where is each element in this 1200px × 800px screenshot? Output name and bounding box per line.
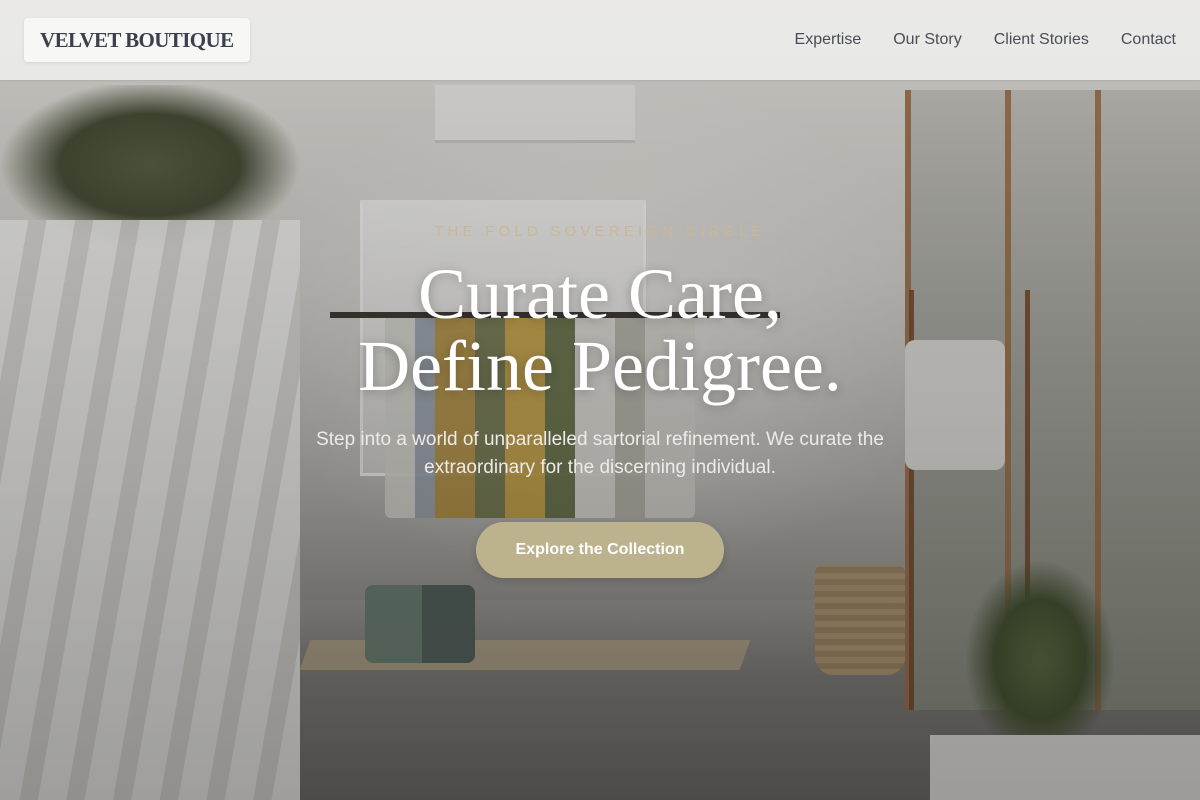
nav-link-our-story[interactable]: Our Story xyxy=(893,31,961,49)
page: VELVET BOUTIQUE Expertise Our Story Clie… xyxy=(0,0,1200,800)
hero-headline-line-2: Define Pedigree. xyxy=(358,326,842,406)
nav-link-expertise[interactable]: Expertise xyxy=(795,31,862,49)
hero-headline: Curate Care, Define Pedigree. xyxy=(0,258,1200,402)
brand-logo[interactable]: VELVET BOUTIQUE xyxy=(24,18,250,62)
nav-link-client-stories[interactable]: Client Stories xyxy=(994,31,1089,49)
hero-headline-line-1: Curate Care, xyxy=(418,254,782,334)
hero-section: THE FOLD SOVEREIGN CIRCLE Curate Care, D… xyxy=(0,0,1200,800)
nav-link-contact[interactable]: Contact xyxy=(1121,31,1176,49)
site-header: VELVET BOUTIQUE Expertise Our Story Clie… xyxy=(0,0,1200,80)
explore-collection-button[interactable]: Explore the Collection xyxy=(476,522,724,578)
hero-subtitle: Step into a world of unparalleled sartor… xyxy=(316,429,884,478)
main-nav: Expertise Our Story Client Stories Conta… xyxy=(795,31,1176,49)
hero-eyebrow: THE FOLD SOVEREIGN CIRCLE xyxy=(434,223,766,240)
